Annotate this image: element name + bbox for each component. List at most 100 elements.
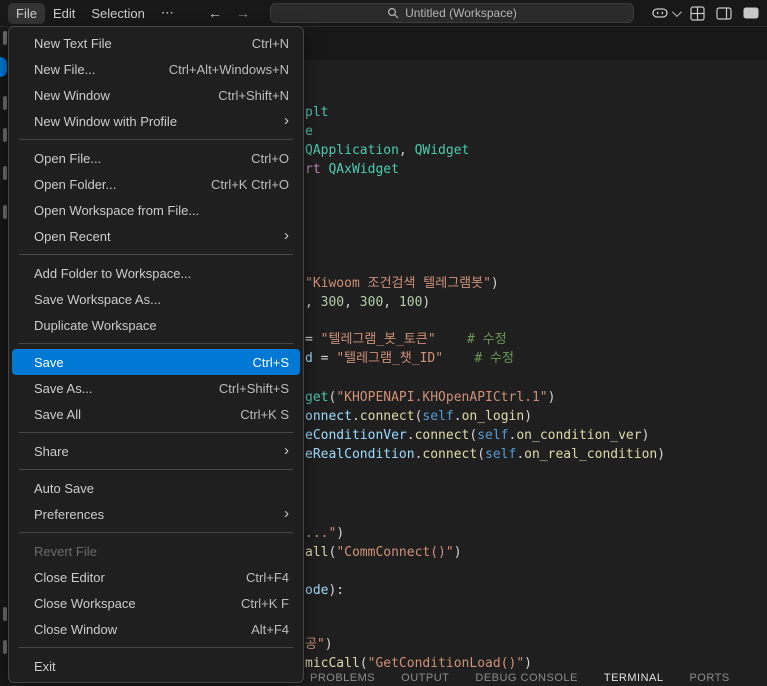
menu-separator — [19, 647, 293, 648]
menu-item-preferences[interactable]: Preferences › — [12, 501, 300, 527]
menu-item-open-file[interactable]: Open File... Ctrl+O — [12, 145, 300, 171]
customize-layout-icon[interactable] — [690, 5, 705, 21]
screen-layout-icon[interactable] — [743, 7, 759, 19]
settings-gear-icon[interactable] — [3, 640, 7, 654]
menu-item-label: New Window with Profile — [34, 113, 178, 129]
menu-item-shortcut: Ctrl+F4 — [246, 569, 289, 585]
menu-item-save-as[interactable]: Save As... Ctrl+Shift+S — [12, 375, 300, 401]
submenu-arrow-icon: › — [284, 442, 289, 459]
menu-item-shortcut: Ctrl+Shift+S — [218, 380, 289, 396]
menu-item-new-file[interactable]: New File... Ctrl+Alt+Windows+N — [12, 56, 300, 82]
titlebar: File Edit Selection ⋯ ← → Untitled (Workspa… — [0, 0, 767, 27]
extensions-icon[interactable] — [3, 205, 7, 219]
menu-item-save-workspace-as[interactable]: Save Workspace As... — [12, 286, 300, 312]
menu-item-share[interactable]: Share › — [12, 438, 300, 464]
toggle-secondary-sidebar-icon[interactable] — [716, 6, 732, 20]
menu-item-revert-file: Revert File — [12, 538, 300, 564]
menu-separator — [19, 254, 293, 255]
menubar-item-file[interactable]: File — [8, 2, 45, 24]
menu-item-shortcut: Ctrl+Alt+Windows+N — [168, 61, 289, 77]
menu-item-new-text-file[interactable]: New Text File Ctrl+N — [12, 30, 300, 56]
menu-item-label: Auto Save — [34, 480, 94, 496]
back-icon[interactable]: ← — [208, 5, 222, 21]
menu-item-label: Preferences — [34, 506, 105, 522]
forward-icon[interactable]: → — [236, 5, 250, 21]
panel-tab-terminal[interactable]: TERMINAL — [604, 672, 664, 686]
submenu-arrow-icon: › — [284, 227, 289, 244]
copilot-icon — [652, 8, 668, 18]
command-center[interactable]: Untitled (Workspace) — [270, 3, 634, 23]
menu-item-add-folder-to-workspace[interactable]: Add Folder to Workspace... — [12, 260, 300, 286]
menu-item-label: Save — [34, 354, 64, 370]
menu-item-save[interactable]: Save Ctrl+S — [12, 349, 300, 375]
menu-item-label: Add Folder to Workspace... — [34, 265, 192, 281]
panel-tab-output[interactable]: OUTPUT — [401, 672, 449, 686]
menu-item-label: Save All — [34, 406, 81, 422]
menu-item-label: New File... — [34, 61, 96, 77]
search-icon[interactable] — [3, 96, 7, 110]
menu-item-shortcut: Ctrl+K F — [240, 595, 289, 611]
account-icon[interactable] — [3, 607, 7, 621]
search-icon — [388, 7, 399, 19]
menu-item-label: Open Workspace from File... — [34, 202, 200, 218]
explorer-badge — [0, 57, 7, 77]
titlebar-right-icons — [652, 0, 759, 26]
menu-separator — [19, 469, 293, 470]
menu-item-shortcut: Ctrl+Shift+N — [218, 87, 289, 103]
menu-item-label: New Text File — [34, 35, 112, 51]
panel-tab-problems[interactable]: PROBLEMS — [310, 672, 375, 686]
panel-tab-ports[interactable]: PORTS — [689, 672, 729, 686]
menu-item-close-workspace[interactable]: Close Workspace Ctrl+K F — [12, 590, 300, 616]
panel-tab-bar: PROBLEMS OUTPUT DEBUG CONSOLE TERMINAL PORTS — [310, 672, 730, 686]
menu-item-label: New Window — [34, 87, 110, 103]
menu-item-label: Close Workspace — [34, 595, 136, 611]
chevron-down-icon — [671, 6, 682, 17]
menu-item-shortcut: Alt+F4 — [251, 621, 289, 637]
menubar-item-selection[interactable]: Selection — [83, 3, 152, 24]
menu-item-new-window-with-profile[interactable]: New Window with Profile › — [12, 108, 300, 134]
menu-item-label: Duplicate Workspace — [34, 317, 157, 333]
activity-bar — [0, 26, 8, 686]
menu-item-open-folder[interactable]: Open Folder... Ctrl+K Ctrl+O — [12, 171, 300, 197]
menu-separator — [19, 432, 293, 433]
menu-item-label: Exit — [34, 658, 56, 674]
source-control-icon[interactable] — [3, 128, 7, 142]
menu-item-close-window[interactable]: Close Window Alt+F4 — [12, 616, 300, 642]
menubar: File Edit Selection ⋯ — [8, 0, 182, 26]
menu-item-close-editor[interactable]: Close Editor Ctrl+F4 — [12, 564, 300, 590]
copilot-menu-button[interactable] — [652, 6, 682, 19]
run-debug-icon[interactable] — [3, 166, 7, 180]
menu-item-shortcut: Ctrl+O — [251, 150, 289, 166]
menu-item-shortcut: Ctrl+K Ctrl+O — [210, 176, 289, 192]
menu-item-duplicate-workspace[interactable]: Duplicate Workspace — [12, 312, 300, 338]
menu-item-label: Open Recent — [34, 228, 111, 244]
menu-item-label: Share — [34, 443, 69, 459]
panel-tab-debug-console[interactable]: DEBUG CONSOLE — [475, 672, 577, 686]
menubar-item-more[interactable]: ⋯ — [153, 2, 182, 24]
submenu-arrow-icon: › — [284, 112, 289, 129]
menu-item-label: Save As... — [34, 380, 93, 396]
menu-item-label: Revert File — [34, 543, 97, 559]
history-nav: ← → — [208, 0, 250, 26]
menu-item-label: Close Editor — [34, 569, 105, 585]
menu-item-label: Open File... — [34, 150, 102, 166]
file-menu: New Text File Ctrl+N New File... Ctrl+Alt+W… — [8, 26, 304, 683]
menu-item-save-all[interactable]: Save All Ctrl+K S — [12, 401, 300, 427]
menu-item-exit[interactable]: Exit — [12, 653, 300, 679]
menu-item-shortcut: Ctrl+S — [252, 354, 289, 370]
menu-separator — [19, 343, 293, 344]
explorer-icon[interactable] — [3, 31, 7, 45]
window-title: Untitled (Workspace) — [405, 6, 517, 20]
menu-item-label: Open Folder... — [34, 176, 117, 192]
menu-item-open-recent[interactable]: Open Recent › — [12, 223, 300, 249]
menu-item-new-window[interactable]: New Window Ctrl+Shift+N — [12, 82, 300, 108]
menu-item-label: Close Window — [34, 621, 118, 637]
menu-separator — [19, 532, 293, 533]
menu-item-shortcut: Ctrl+N — [251, 35, 289, 51]
menu-item-open-workspace-from-file[interactable]: Open Workspace from File... — [12, 197, 300, 223]
submenu-arrow-icon: › — [284, 505, 289, 522]
menubar-item-edit[interactable]: Edit — [45, 3, 83, 24]
menu-item-label: Save Workspace As... — [34, 291, 161, 307]
menu-separator — [19, 139, 293, 140]
menu-item-auto-save[interactable]: Auto Save — [12, 475, 300, 501]
